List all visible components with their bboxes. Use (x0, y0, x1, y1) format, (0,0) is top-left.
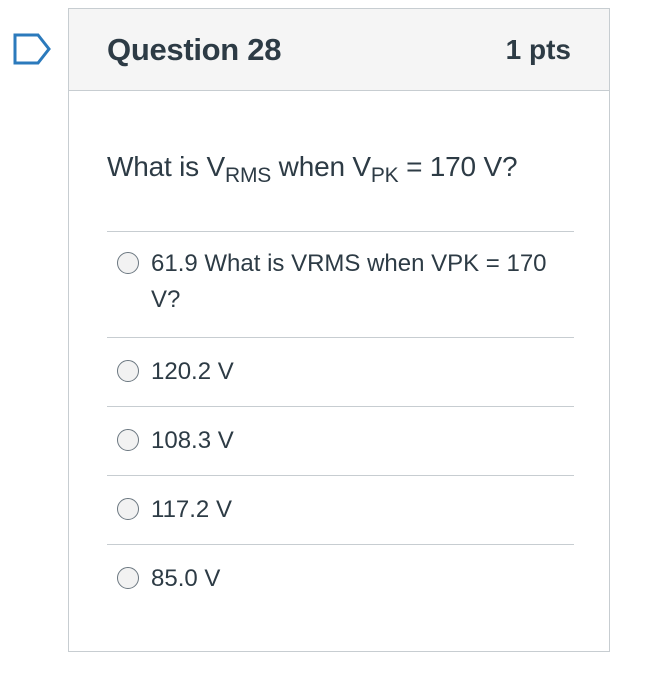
question-text-suffix: = 170 V? (398, 151, 518, 182)
question-text-sub-pk: PK (370, 164, 399, 187)
answer-label: 117.2 V (151, 496, 232, 523)
answer-label: 85.0 V (151, 565, 221, 592)
radio-button[interactable] (117, 360, 139, 382)
answer-label: 120.2 V (151, 358, 234, 385)
quiz-page: Question 28 1 pts What is VRMS when VPK … (0, 0, 668, 700)
radio-button[interactable] (117, 498, 139, 520)
answer-option-3[interactable]: 108.3 V (107, 407, 574, 476)
answer-list: 61.9 What is VRMS when VPK = 170 V? 120.… (107, 231, 574, 614)
answer-option-2[interactable]: 120.2 V (107, 338, 574, 407)
answer-option-5[interactable]: 85.0 V (107, 545, 574, 614)
answer-label: 108.3 V (151, 427, 234, 454)
answer-option-4[interactable]: 117.2 V (107, 476, 574, 545)
question-text-mid: when V (271, 151, 371, 182)
question-text-prefix: What is V (107, 151, 226, 182)
flag-question-icon[interactable] (12, 33, 52, 65)
question-points: 1 pts (505, 33, 571, 65)
radio-button[interactable] (117, 429, 139, 451)
radio-button[interactable] (117, 252, 139, 274)
question-text: What is VRMS when VPK = 170 V? (107, 147, 573, 187)
radio-button[interactable] (117, 567, 139, 589)
answer-option-1[interactable]: 61.9 What is VRMS when VPK = 170 V? (107, 232, 574, 338)
answer-label: 61.9 What is VRMS when VPK = 170 V? (151, 250, 547, 313)
question-title: Question 28 (107, 31, 282, 67)
question-header: Question 28 1 pts (69, 9, 609, 91)
question-text-sub-rms: RMS (225, 164, 272, 187)
question-card: Question 28 1 pts What is VRMS when VPK … (68, 8, 610, 652)
question-body: What is VRMS when VPK = 170 V? 61.9 What… (69, 91, 609, 614)
